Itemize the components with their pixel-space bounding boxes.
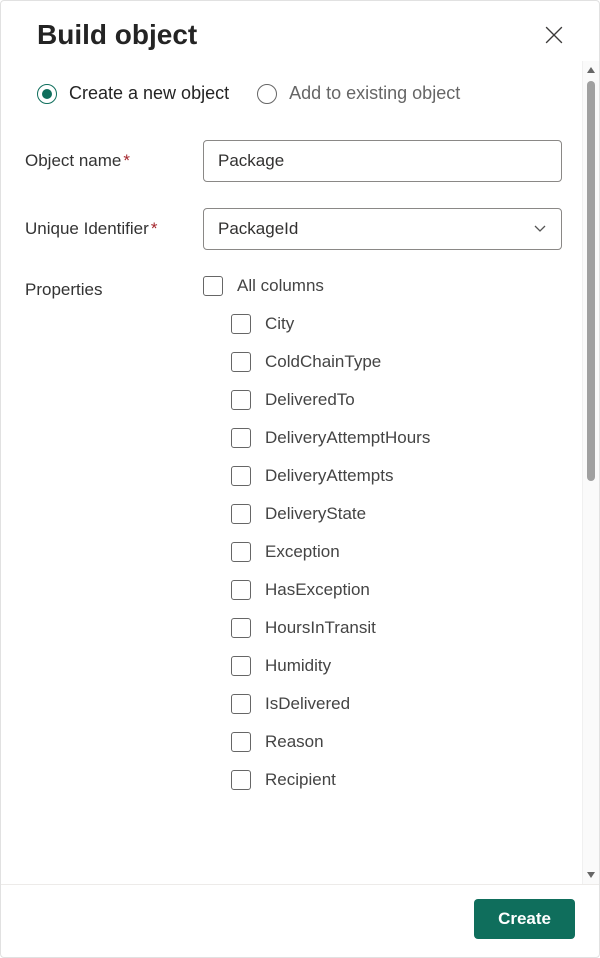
checkbox-icon bbox=[231, 580, 251, 600]
checkbox-label: Recipient bbox=[265, 770, 336, 790]
checkbox-icon bbox=[231, 618, 251, 638]
checkbox-label: ColdChainType bbox=[265, 352, 381, 372]
checkbox-icon bbox=[231, 656, 251, 676]
checkbox-label: Reason bbox=[265, 732, 324, 752]
checkbox-icon bbox=[231, 428, 251, 448]
scroll-up-button[interactable] bbox=[583, 61, 600, 79]
checkbox-property[interactable]: HasException bbox=[231, 580, 562, 600]
dialog-header: Build object bbox=[1, 1, 599, 61]
checkbox-property[interactable]: Reason bbox=[231, 732, 562, 752]
radio-icon bbox=[257, 84, 277, 104]
checkbox-property[interactable]: Humidity bbox=[231, 656, 562, 676]
radio-label: Add to existing object bbox=[289, 83, 460, 104]
dialog-footer: Create bbox=[1, 884, 599, 957]
checkbox-icon bbox=[231, 314, 251, 334]
checkbox-label: HasException bbox=[265, 580, 370, 600]
checkbox-label: Exception bbox=[265, 542, 340, 562]
object-name-row: Object name* bbox=[25, 140, 562, 182]
checkbox-property[interactable]: City bbox=[231, 314, 562, 334]
checkbox-icon bbox=[231, 352, 251, 372]
properties-row: Properties All columns City ColdChainType… bbox=[25, 276, 562, 808]
checkbox-property[interactable]: IsDelivered bbox=[231, 694, 562, 714]
checkbox-property[interactable]: DeliveryAttemptHours bbox=[231, 428, 562, 448]
checkbox-property[interactable]: DeliveryState bbox=[231, 504, 562, 524]
scrollbar-thumb[interactable] bbox=[587, 81, 595, 481]
checkbox-property[interactable]: Exception bbox=[231, 542, 562, 562]
build-object-dialog: Build object Create a new object Add to … bbox=[0, 0, 600, 958]
scroll-area: Create a new object Add to existing obje… bbox=[1, 61, 582, 884]
checkbox-icon bbox=[231, 466, 251, 486]
checkbox-label: IsDelivered bbox=[265, 694, 350, 714]
checkbox-label: HoursInTransit bbox=[265, 618, 376, 638]
checkbox-all-columns[interactable]: All columns bbox=[203, 276, 562, 296]
unique-identifier-row: Unique Identifier* PackageId bbox=[25, 208, 562, 250]
checkbox-property[interactable]: DeliveryAttempts bbox=[231, 466, 562, 486]
dialog-body: Create a new object Add to existing obje… bbox=[1, 61, 599, 884]
radio-create-new[interactable]: Create a new object bbox=[37, 83, 229, 104]
object-name-input[interactable] bbox=[203, 140, 562, 182]
checkbox-icon bbox=[231, 694, 251, 714]
create-button[interactable]: Create bbox=[474, 899, 575, 939]
checkbox-icon bbox=[231, 390, 251, 410]
properties-list: All columns City ColdChainType DeliveredTo… bbox=[203, 276, 562, 808]
checkbox-icon bbox=[231, 542, 251, 562]
checkbox-label: All columns bbox=[237, 276, 324, 296]
object-name-label: Object name* bbox=[25, 151, 203, 171]
radio-add-existing[interactable]: Add to existing object bbox=[257, 83, 460, 104]
checkbox-icon bbox=[231, 732, 251, 752]
checkbox-label: Humidity bbox=[265, 656, 331, 676]
dialog-title: Build object bbox=[37, 19, 197, 51]
caret-down-icon bbox=[586, 871, 596, 879]
checkbox-label: City bbox=[265, 314, 294, 334]
close-button[interactable] bbox=[539, 20, 569, 50]
properties-label: Properties bbox=[25, 276, 203, 300]
checkbox-label: DeliveredTo bbox=[265, 390, 355, 410]
radio-label: Create a new object bbox=[69, 83, 229, 104]
caret-up-icon bbox=[586, 66, 596, 74]
checkbox-icon bbox=[203, 276, 223, 296]
chevron-down-icon bbox=[533, 224, 547, 234]
checkbox-property[interactable]: Recipient bbox=[231, 770, 562, 790]
close-icon bbox=[545, 26, 563, 44]
scrollbar[interactable] bbox=[582, 61, 599, 884]
checkbox-property[interactable]: ColdChainType bbox=[231, 352, 562, 372]
mode-radio-group: Create a new object Add to existing obje… bbox=[25, 83, 562, 104]
unique-identifier-select[interactable]: PackageId bbox=[203, 208, 562, 250]
radio-icon bbox=[37, 84, 57, 104]
select-value: PackageId bbox=[218, 219, 298, 239]
checkbox-icon bbox=[231, 770, 251, 790]
scroll-down-button[interactable] bbox=[583, 866, 600, 884]
checkbox-icon bbox=[231, 504, 251, 524]
checkbox-property[interactable]: DeliveredTo bbox=[231, 390, 562, 410]
checkbox-label: DeliveryAttemptHours bbox=[265, 428, 430, 448]
checkbox-label: DeliveryState bbox=[265, 504, 366, 524]
checkbox-label: DeliveryAttempts bbox=[265, 466, 393, 486]
unique-identifier-label: Unique Identifier* bbox=[25, 219, 203, 239]
checkbox-property[interactable]: HoursInTransit bbox=[231, 618, 562, 638]
